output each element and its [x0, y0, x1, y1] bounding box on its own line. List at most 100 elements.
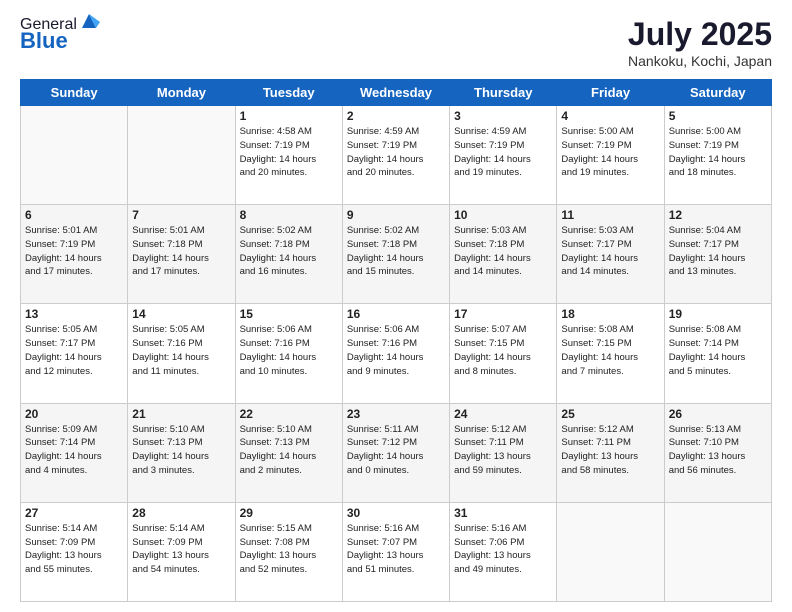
day-number: 12 — [669, 208, 767, 222]
day-number: 14 — [132, 307, 230, 321]
day-number: 16 — [347, 307, 445, 321]
calendar-cell: 23 Sunrise: 5:11 AMSunset: 7:12 PMDayligh… — [342, 403, 449, 502]
day-info: Sunrise: 5:12 AMSunset: 7:11 PMDaylight:… — [561, 423, 659, 478]
calendar-cell — [128, 106, 235, 205]
calendar-cell: 2 Sunrise: 4:59 AMSunset: 7:19 PMDaylight… — [342, 106, 449, 205]
weekday-header-tuesday: Tuesday — [235, 80, 342, 106]
calendar-cell — [21, 106, 128, 205]
day-number: 5 — [669, 109, 767, 123]
calendar-cell: 1 Sunrise: 4:58 AMSunset: 7:19 PMDaylight… — [235, 106, 342, 205]
day-info: Sunrise: 4:59 AMSunset: 7:19 PMDaylight:… — [347, 125, 445, 180]
weekday-header-friday: Friday — [557, 80, 664, 106]
weekday-header-monday: Monday — [128, 80, 235, 106]
calendar-cell: 16 Sunrise: 5:06 AMSunset: 7:16 PMDayligh… — [342, 304, 449, 403]
day-number: 3 — [454, 109, 552, 123]
day-info: Sunrise: 5:09 AMSunset: 7:14 PMDaylight:… — [25, 423, 123, 478]
day-number: 4 — [561, 109, 659, 123]
day-number: 7 — [132, 208, 230, 222]
day-info: Sunrise: 4:59 AMSunset: 7:19 PMDaylight:… — [454, 125, 552, 180]
day-number: 19 — [669, 307, 767, 321]
day-info: Sunrise: 5:10 AMSunset: 7:13 PMDaylight:… — [240, 423, 338, 478]
day-info: Sunrise: 5:12 AMSunset: 7:11 PMDaylight:… — [454, 423, 552, 478]
weekday-header-wednesday: Wednesday — [342, 80, 449, 106]
calendar-cell: 19 Sunrise: 5:08 AMSunset: 7:14 PMDayligh… — [664, 304, 771, 403]
day-info: Sunrise: 5:08 AMSunset: 7:14 PMDaylight:… — [669, 323, 767, 378]
calendar-cell: 21 Sunrise: 5:10 AMSunset: 7:13 PMDayligh… — [128, 403, 235, 502]
calendar-cell: 5 Sunrise: 5:00 AMSunset: 7:19 PMDaylight… — [664, 106, 771, 205]
day-info: Sunrise: 5:01 AMSunset: 7:19 PMDaylight:… — [25, 224, 123, 279]
day-info: Sunrise: 5:02 AMSunset: 7:18 PMDaylight:… — [240, 224, 338, 279]
day-info: Sunrise: 5:03 AMSunset: 7:18 PMDaylight:… — [454, 224, 552, 279]
day-info: Sunrise: 5:11 AMSunset: 7:12 PMDaylight:… — [347, 423, 445, 478]
day-info: Sunrise: 5:14 AMSunset: 7:09 PMDaylight:… — [25, 522, 123, 577]
day-number: 1 — [240, 109, 338, 123]
calendar-cell: 6Sunrise: 5:01 AMSunset: 7:19 PMDaylight… — [21, 205, 128, 304]
calendar-cell: 18 Sunrise: 5:08 AMSunset: 7:15 PMDayligh… — [557, 304, 664, 403]
calendar-cell: 11Sunrise: 5:03 AMSunset: 7:17 PMDayligh… — [557, 205, 664, 304]
weekday-header-thursday: Thursday — [450, 80, 557, 106]
week-row-3: 13Sunrise: 5:05 AMSunset: 7:17 PMDayligh… — [21, 304, 772, 403]
calendar-cell: 22Sunrise: 5:10 AMSunset: 7:13 PMDayligh… — [235, 403, 342, 502]
calendar-cell: 14Sunrise: 5:05 AMSunset: 7:16 PMDayligh… — [128, 304, 235, 403]
day-number: 23 — [347, 407, 445, 421]
day-info: Sunrise: 5:16 AMSunset: 7:07 PMDaylight:… — [347, 522, 445, 577]
calendar-title: July 2025 — [628, 16, 772, 53]
title-block: July 2025 Nankoku, Kochi, Japan — [628, 16, 772, 69]
calendar-cell: 25 Sunrise: 5:12 AMSunset: 7:11 PMDayligh… — [557, 403, 664, 502]
day-number: 26 — [669, 407, 767, 421]
page: General Blue July 2025 Nankoku, Kochi, J… — [0, 0, 792, 612]
day-number: 27 — [25, 506, 123, 520]
day-info: Sunrise: 5:10 AMSunset: 7:13 PMDaylight:… — [132, 423, 230, 478]
day-info: Sunrise: 5:07 AMSunset: 7:15 PMDaylight:… — [454, 323, 552, 378]
calendar-cell: 27 Sunrise: 5:14 AMSunset: 7:09 PMDayligh… — [21, 502, 128, 601]
calendar-cell: 17 Sunrise: 5:07 AMSunset: 7:15 PMDayligh… — [450, 304, 557, 403]
week-row-1: 1 Sunrise: 4:58 AMSunset: 7:19 PMDaylight… — [21, 106, 772, 205]
calendar-cell: 29 Sunrise: 5:15 AMSunset: 7:08 PMDayligh… — [235, 502, 342, 601]
day-number: 9 — [347, 208, 445, 222]
day-info: Sunrise: 5:13 AMSunset: 7:10 PMDaylight:… — [669, 423, 767, 478]
day-info: Sunrise: 5:00 AMSunset: 7:19 PMDaylight:… — [561, 125, 659, 180]
calendar-cell — [557, 502, 664, 601]
day-info: Sunrise: 4:58 AMSunset: 7:19 PMDaylight:… — [240, 125, 338, 180]
day-number: 29 — [240, 506, 338, 520]
day-info: Sunrise: 5:15 AMSunset: 7:08 PMDaylight:… — [240, 522, 338, 577]
logo: General Blue — [20, 16, 100, 54]
calendar-cell: 13Sunrise: 5:05 AMSunset: 7:17 PMDayligh… — [21, 304, 128, 403]
calendar-cell: 15Sunrise: 5:06 AMSunset: 7:16 PMDayligh… — [235, 304, 342, 403]
day-info: Sunrise: 5:05 AMSunset: 7:17 PMDaylight:… — [25, 323, 123, 378]
day-info: Sunrise: 5:01 AMSunset: 7:18 PMDaylight:… — [132, 224, 230, 279]
logo-icon — [78, 10, 100, 32]
day-number: 15 — [240, 307, 338, 321]
day-info: Sunrise: 5:14 AMSunset: 7:09 PMDaylight:… — [132, 522, 230, 577]
calendar-cell: 4 Sunrise: 5:00 AMSunset: 7:19 PMDaylight… — [557, 106, 664, 205]
calendar-cell: 31 Sunrise: 5:16 AMSunset: 7:06 PMDayligh… — [450, 502, 557, 601]
day-number: 21 — [132, 407, 230, 421]
day-number: 25 — [561, 407, 659, 421]
day-number: 31 — [454, 506, 552, 520]
calendar-cell: 9 Sunrise: 5:02 AMSunset: 7:18 PMDaylight… — [342, 205, 449, 304]
day-number: 17 — [454, 307, 552, 321]
day-number: 28 — [132, 506, 230, 520]
week-row-5: 27 Sunrise: 5:14 AMSunset: 7:09 PMDayligh… — [21, 502, 772, 601]
day-number: 2 — [347, 109, 445, 123]
day-info: Sunrise: 5:16 AMSunset: 7:06 PMDaylight:… — [454, 522, 552, 577]
day-info: Sunrise: 5:00 AMSunset: 7:19 PMDaylight:… — [669, 125, 767, 180]
day-number: 10 — [454, 208, 552, 222]
calendar-table: SundayMondayTuesdayWednesdayThursdayFrid… — [20, 79, 772, 602]
weekday-header-sunday: Sunday — [21, 80, 128, 106]
calendar-cell: 28 Sunrise: 5:14 AMSunset: 7:09 PMDayligh… — [128, 502, 235, 601]
day-number: 18 — [561, 307, 659, 321]
calendar-cell: 12Sunrise: 5:04 AMSunset: 7:17 PMDayligh… — [664, 205, 771, 304]
calendar-cell: 8Sunrise: 5:02 AMSunset: 7:18 PMDaylight… — [235, 205, 342, 304]
day-number: 11 — [561, 208, 659, 222]
day-info: Sunrise: 5:02 AMSunset: 7:18 PMDaylight:… — [347, 224, 445, 279]
calendar-subtitle: Nankoku, Kochi, Japan — [628, 53, 772, 69]
calendar-cell — [664, 502, 771, 601]
calendar-cell: 26 Sunrise: 5:13 AMSunset: 7:10 PMDayligh… — [664, 403, 771, 502]
day-number: 30 — [347, 506, 445, 520]
day-info: Sunrise: 5:06 AMSunset: 7:16 PMDaylight:… — [347, 323, 445, 378]
calendar-cell: 24Sunrise: 5:12 AMSunset: 7:11 PMDayligh… — [450, 403, 557, 502]
week-row-4: 20Sunrise: 5:09 AMSunset: 7:14 PMDayligh… — [21, 403, 772, 502]
day-info: Sunrise: 5:08 AMSunset: 7:15 PMDaylight:… — [561, 323, 659, 378]
weekday-header-saturday: Saturday — [664, 80, 771, 106]
